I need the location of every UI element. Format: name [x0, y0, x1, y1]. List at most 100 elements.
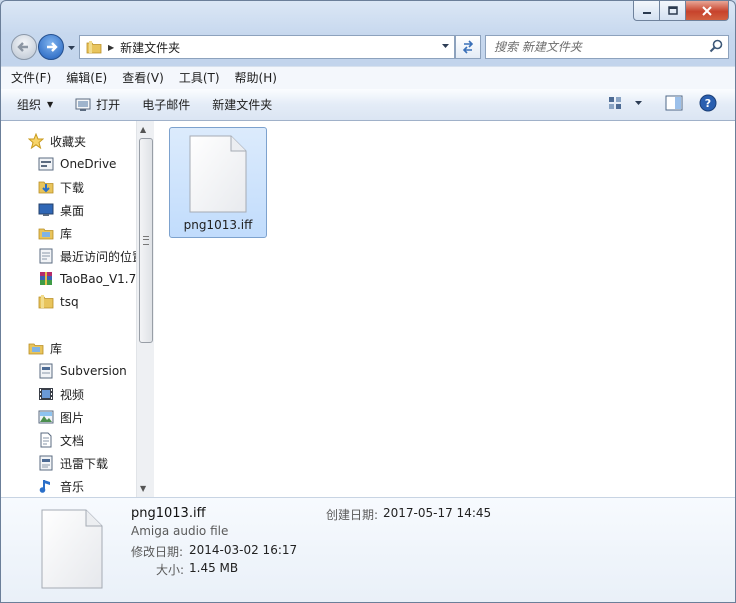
minimize-icon: [642, 11, 651, 14]
detail-created-value: 2017-05-17 14:45: [383, 506, 492, 520]
sidebar-item-documents[interactable]: 文档: [1, 429, 136, 451]
file-list[interactable]: png1013.iff: [154, 121, 735, 497]
menu-tools[interactable]: 工具(T): [174, 68, 225, 88]
music-icon: [37, 478, 55, 494]
sidebar-item-thunder-downloads[interactable]: 迅雷下载: [1, 452, 136, 474]
scroll-up-icon[interactable]: ▲: [140, 125, 146, 134]
breadcrumb-separator-icon[interactable]: ▶: [108, 43, 114, 52]
detail-file-type: Amiga audio file: [131, 524, 229, 538]
sidebar-group-label: 库: [50, 341, 63, 356]
view-dropdown-icon[interactable]: [634, 99, 643, 107]
sidebar-item-music[interactable]: 音乐: [1, 475, 136, 497]
sidebar-item-label: 迅雷下载: [60, 456, 109, 471]
grip-icon: [143, 236, 149, 245]
sidebar-item-label: 文档: [60, 433, 85, 448]
detail-created-label: 创建日期:: [326, 508, 379, 522]
sidebar-item-desktop[interactable]: 桌面: [1, 199, 136, 221]
sidebar-item-label: OneDrive: [60, 157, 117, 171]
video-icon: [37, 386, 55, 402]
organize-label: 组织: [17, 98, 42, 112]
library-icon: [37, 225, 55, 241]
menu-edit[interactable]: 编辑(E): [61, 68, 112, 88]
blank-file-icon: [189, 135, 247, 213]
sidebar-item-onedrive[interactable]: OneDrive: [1, 153, 136, 175]
detail-size-value: 1.45 MB: [189, 561, 239, 575]
sidebar-item-label: 库: [60, 226, 73, 241]
sidebar-item-pictures[interactable]: 图片: [1, 406, 136, 428]
email-label: 电子邮件: [142, 98, 191, 112]
blank-file-icon: [41, 509, 103, 589]
arrow-right-icon: [47, 42, 58, 52]
address-dropdown-icon[interactable]: [441, 42, 450, 50]
desktop-icon: [37, 202, 55, 218]
open-label: 打开: [96, 98, 121, 112]
address-bar[interactable]: ▶ 新建文件夹: [79, 35, 455, 59]
command-bar: 组织 ▼ 打开 电子邮件 新建文件夹 ?: [1, 89, 735, 121]
sidebar-item-label: TaoBao_V1.7: [60, 272, 136, 286]
sidebar-item-label: Subversion: [60, 364, 127, 378]
scrollbar-thumb[interactable]: [139, 138, 153, 343]
sidebar-item-label: 视频: [60, 387, 85, 402]
navigation-bar: ▶ 新建文件夹: [9, 32, 731, 60]
sidebar-item-downloads[interactable]: 下载: [1, 176, 136, 198]
menu-bar: 文件(F) 编辑(E) 查看(V) 工具(T) 帮助(H): [1, 66, 735, 90]
email-button[interactable]: 电子邮件: [136, 93, 196, 117]
sidebar-group-label: 收藏夹: [50, 134, 87, 149]
window-controls: [633, 1, 729, 21]
file-name: png1013.iff: [183, 218, 253, 232]
onedrive-icon: [37, 156, 55, 172]
maximize-icon: [667, 5, 678, 15]
close-icon: [702, 5, 712, 16]
menu-file[interactable]: 文件(F): [6, 68, 56, 88]
view-controls: ?: [608, 94, 717, 112]
new-folder-label: 新建文件夹: [212, 98, 273, 112]
sidebar-item-label: 桌面: [60, 203, 85, 218]
svg-text:?: ?: [705, 97, 711, 110]
organize-button[interactable]: 组织 ▼: [11, 93, 59, 117]
search-box[interactable]: [485, 35, 729, 59]
explorer-window: ▶ 新建文件夹 文件(F) 编辑(E) 查看(V) 工具(T) 帮助(H) 组织…: [0, 0, 736, 603]
sidebar-item-library[interactable]: 库: [1, 222, 136, 244]
chevron-down-icon: ▼: [47, 100, 54, 109]
navigation-pane: 收藏夹 OneDrive 下载 桌面 库 最近访问的位置 TaoBao_V1.7…: [1, 121, 136, 497]
chevron-down-icon: [68, 46, 75, 50]
sidebar-item-tsq[interactable]: tsq: [1, 291, 136, 313]
sidebar-group-favorites[interactable]: 收藏夹: [1, 130, 136, 152]
navigation-scrollbar[interactable]: ▲ ▼: [136, 121, 154, 497]
sidebar-item-label: 音乐: [60, 479, 85, 494]
recent-places-icon: [37, 248, 55, 264]
view-options-icon[interactable]: [608, 96, 624, 110]
sidebar-item-label: 下载: [60, 180, 85, 195]
search-input[interactable]: [492, 39, 701, 55]
sidebar-item-recent-places[interactable]: 最近访问的位置: [1, 245, 136, 267]
document-icon: [37, 432, 55, 448]
sidebar-group-libraries[interactable]: 库: [1, 337, 136, 359]
detail-modified-value: 2014-03-02 16:17: [189, 543, 298, 557]
new-folder-button[interactable]: 新建文件夹: [206, 93, 278, 117]
breadcrumb-current[interactable]: 新建文件夹: [120, 39, 180, 56]
sidebar-item-label: 最近访问的位置: [60, 249, 136, 264]
close-button[interactable]: [686, 1, 729, 21]
help-icon[interactable]: ?: [699, 94, 717, 112]
scroll-down-icon[interactable]: ▼: [140, 484, 146, 493]
recent-pages-dropdown[interactable]: [67, 41, 76, 55]
file-item[interactable]: png1013.iff: [169, 127, 267, 238]
forward-button[interactable]: [38, 34, 64, 60]
menu-view[interactable]: 查看(V): [117, 68, 169, 88]
picture-icon: [37, 409, 55, 425]
minimize-button[interactable]: [633, 1, 660, 21]
preview-pane-icon[interactable]: [665, 95, 683, 111]
arrow-left-icon: [17, 42, 28, 52]
maximize-button[interactable]: [660, 1, 686, 21]
refresh-button[interactable]: [455, 35, 481, 59]
refresh-icon: [462, 40, 474, 54]
menu-help[interactable]: 帮助(H): [230, 68, 282, 88]
back-button[interactable]: [11, 34, 37, 60]
sidebar-item-taobao[interactable]: TaoBao_V1.7: [1, 268, 136, 290]
content-area: 收藏夹 OneDrive 下载 桌面 库 最近访问的位置 TaoBao_V1.7…: [1, 121, 735, 497]
search-icon[interactable]: [709, 39, 723, 53]
sidebar-item-subversion[interactable]: Subversion: [1, 360, 136, 382]
open-button[interactable]: 打开: [69, 93, 126, 117]
open-icon: [75, 98, 91, 111]
sidebar-item-videos[interactable]: 视频: [1, 383, 136, 405]
